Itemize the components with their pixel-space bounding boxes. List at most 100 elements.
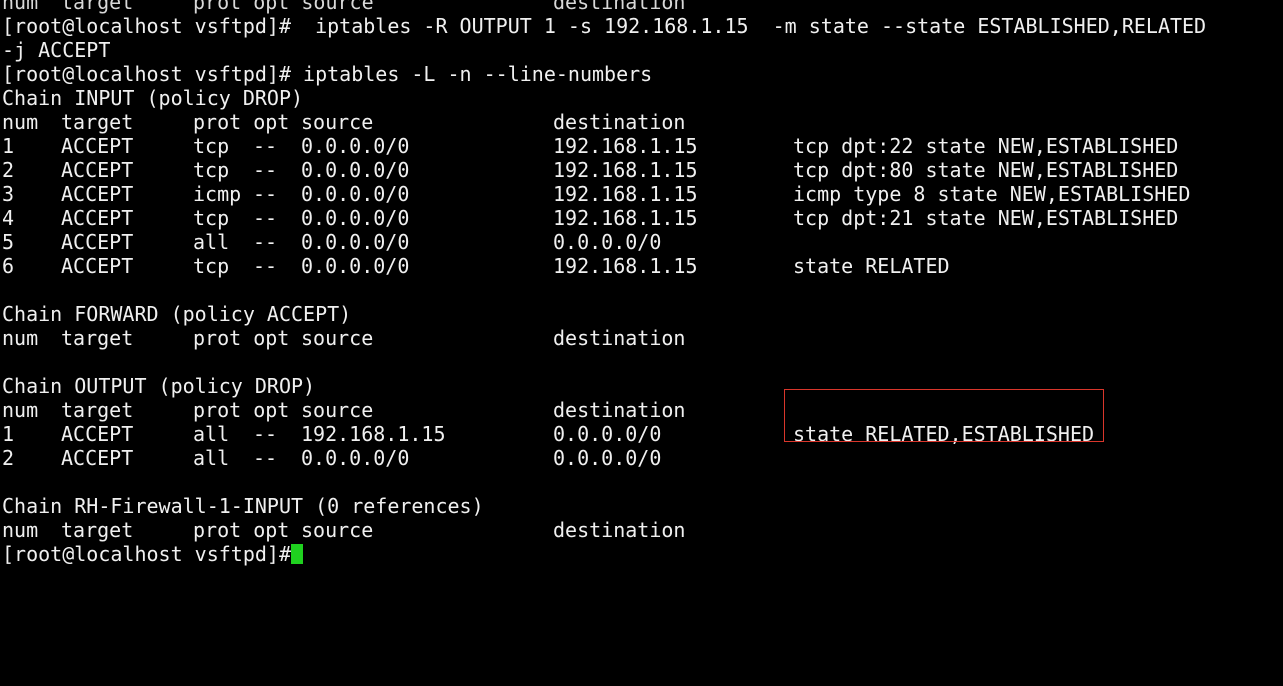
rule-num: 1: [2, 422, 15, 446]
rule-destination: 0.0.0.0/0: [553, 230, 662, 254]
rule-prot: icmp: [193, 182, 242, 206]
header-target: target: [61, 518, 134, 542]
rule-num: 4: [2, 206, 15, 230]
chain-rh-title: Chain RH-Firewall-1-INPUT (0 references): [2, 494, 484, 518]
rule-source: 0.0.0.0/0: [301, 254, 410, 278]
partial-header-line: num target prot opt source destination: [0, 0, 1283, 14]
rule-prot: all: [193, 230, 230, 254]
table-row: 2 ACCEPT tcp -- 0.0.0.0/0 192.168.1.15 t…: [0, 158, 1283, 182]
header-destination: destination: [553, 518, 686, 542]
rule-destination: 192.168.1.15: [553, 182, 698, 206]
rule-extra: tcp dpt:22 state NEW,ESTABLISHED: [793, 134, 1179, 158]
rule-prot: tcp: [193, 158, 230, 182]
rule-target: ACCEPT: [61, 422, 134, 446]
partial-target: target: [61, 0, 134, 14]
header-source: source: [301, 398, 374, 422]
rule-target: ACCEPT: [61, 158, 134, 182]
rule-num: 2: [2, 158, 15, 182]
header-prot-opt: prot opt: [193, 110, 290, 134]
command-line-2: [root@localhost vsftpd]# iptables -L -n …: [0, 62, 1283, 86]
rule-prot: tcp: [193, 134, 230, 158]
highlight-box: [784, 389, 1104, 442]
command-line-1: [root@localhost vsftpd]# iptables -R OUT…: [0, 14, 1283, 38]
table-header: num target prot opt source destination: [0, 518, 1283, 542]
header-num: num: [2, 398, 39, 422]
rule-source: 0.0.0.0/0: [301, 206, 410, 230]
rule-destination: 0.0.0.0/0: [553, 446, 662, 470]
chain-forward-title: Chain FORWARD (policy ACCEPT): [2, 302, 352, 326]
rule-destination: 192.168.1.15: [553, 254, 698, 278]
header-destination: destination: [553, 110, 686, 134]
header-destination: destination: [553, 326, 686, 350]
header-prot-opt: prot opt: [193, 326, 290, 350]
rule-opt: --: [253, 446, 278, 470]
chain-title: Chain INPUT (policy DROP): [0, 86, 1283, 110]
table-row: 1 ACCEPT tcp -- 0.0.0.0/0 192.168.1.15 t…: [0, 134, 1283, 158]
table-header: num target prot opt source destination: [0, 326, 1283, 350]
header-source: source: [301, 518, 374, 542]
rule-target: ACCEPT: [61, 134, 134, 158]
rule-prot: all: [193, 422, 230, 446]
header-target: target: [61, 326, 134, 350]
table-row: 6 ACCEPT tcp -- 0.0.0.0/0 192.168.1.15 s…: [0, 254, 1283, 278]
rule-num: 6: [2, 254, 15, 278]
rule-extra: state RELATED: [793, 254, 950, 278]
rule-num: 1: [2, 134, 15, 158]
chain-title: Chain FORWARD (policy ACCEPT): [0, 302, 1283, 326]
cursor: [290, 544, 303, 564]
rule-target: ACCEPT: [61, 254, 134, 278]
rule-destination: 0.0.0.0/0: [553, 422, 662, 446]
rule-opt: --: [253, 182, 278, 206]
table-row: 5 ACCEPT all -- 0.0.0.0/0 0.0.0.0/0: [0, 230, 1283, 254]
command-line-1-wrap: -j ACCEPT: [0, 38, 1283, 62]
rule-num: 5: [2, 230, 15, 254]
rule-prot: tcp: [193, 254, 230, 278]
rule-destination: 192.168.1.15: [553, 206, 698, 230]
partial-num: num: [2, 0, 39, 14]
command-text-wrap: -j ACCEPT: [2, 38, 111, 62]
chain-input-title: Chain INPUT (policy DROP): [2, 86, 304, 110]
partial-destination: destination: [553, 0, 686, 14]
rule-prot: tcp: [193, 206, 230, 230]
rule-opt: --: [253, 254, 278, 278]
rule-extra: tcp dpt:80 state NEW,ESTABLISHED: [793, 158, 1179, 182]
prompt-line[interactable]: [root@localhost vsftpd]#: [0, 542, 1283, 566]
chain-output-title: Chain OUTPUT (policy DROP): [2, 374, 316, 398]
header-source: source: [301, 326, 374, 350]
rule-source: 0.0.0.0/0: [301, 134, 410, 158]
rule-source: 0.0.0.0/0: [301, 182, 410, 206]
chain-title: Chain RH-Firewall-1-INPUT (0 references): [0, 494, 1283, 518]
header-num: num: [2, 326, 39, 350]
header-target: target: [61, 398, 134, 422]
header-source: source: [301, 110, 374, 134]
rule-source: 0.0.0.0/0: [301, 230, 410, 254]
command-text: [root@localhost vsftpd]# iptables -R OUT…: [2, 14, 1207, 38]
rule-source: 0.0.0.0/0: [301, 446, 410, 470]
terminal-window[interactable]: num target prot opt source destination […: [0, 0, 1283, 566]
rule-extra: tcp dpt:21 state NEW,ESTABLISHED: [793, 206, 1179, 230]
rule-prot: all: [193, 446, 230, 470]
rule-target: ACCEPT: [61, 182, 134, 206]
header-num: num: [2, 110, 39, 134]
rule-destination: 192.168.1.15: [553, 134, 698, 158]
rule-destination: 192.168.1.15: [553, 158, 698, 182]
rule-opt: --: [253, 206, 278, 230]
table-row: 2 ACCEPT all -- 0.0.0.0/0 0.0.0.0/0: [0, 446, 1283, 470]
rule-extra: icmp type 8 state NEW,ESTABLISHED: [793, 182, 1191, 206]
rule-source: 0.0.0.0/0: [301, 158, 410, 182]
rule-target: ACCEPT: [61, 206, 134, 230]
table-row: 4 ACCEPT tcp -- 0.0.0.0/0 192.168.1.15 t…: [0, 206, 1283, 230]
command-text: [root@localhost vsftpd]# iptables -L -n …: [2, 62, 653, 86]
rule-target: ACCEPT: [61, 230, 134, 254]
rule-opt: --: [253, 158, 278, 182]
rule-source: 192.168.1.15: [301, 422, 446, 446]
header-prot-opt: prot opt: [193, 518, 290, 542]
rule-target: ACCEPT: [61, 446, 134, 470]
prompt-text[interactable]: [root@localhost vsftpd]#: [2, 542, 303, 566]
header-target: target: [61, 110, 134, 134]
table-row: 3 ACCEPT icmp -- 0.0.0.0/0 192.168.1.15 …: [0, 182, 1283, 206]
header-num: num: [2, 518, 39, 542]
